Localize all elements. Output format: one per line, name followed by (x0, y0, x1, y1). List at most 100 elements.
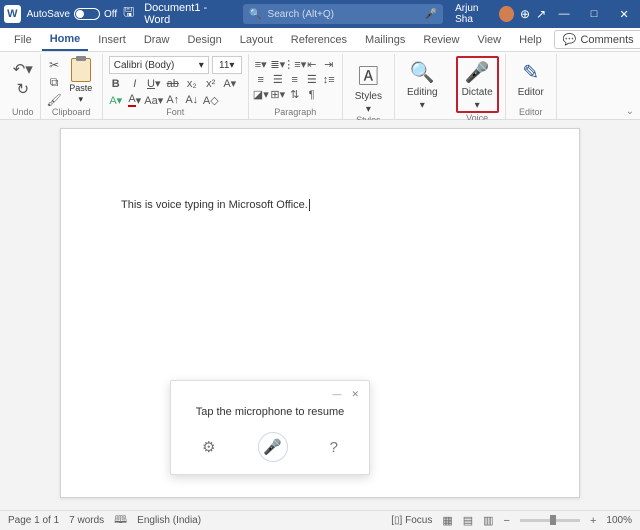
styles-icon: 🄰 (358, 60, 378, 89)
cut-icon[interactable]: ✂ (47, 58, 62, 72)
font-name-selector[interactable]: Calibri (Body) ▾ (109, 56, 209, 74)
language-indicator[interactable]: English (India) (137, 515, 201, 526)
close-button[interactable]: ✕ (612, 8, 636, 21)
chevron-down-icon: ▾ (78, 94, 83, 105)
italic-icon[interactable]: I (128, 78, 142, 90)
tab-file[interactable]: File (6, 30, 40, 50)
change-case-icon[interactable]: Aa▾ (147, 94, 161, 107)
styles-label: Styles (355, 91, 382, 102)
print-layout-icon[interactable]: ▤ (463, 514, 473, 527)
ribbon-tabs: File Home Insert Draw Design Layout Refe… (0, 28, 640, 52)
tab-layout[interactable]: Layout (232, 30, 281, 50)
zoom-in-icon[interactable]: + (590, 515, 596, 527)
clipboard-icon (71, 58, 91, 82)
subscript-icon[interactable]: x₂ (185, 78, 199, 90)
tab-view[interactable]: View (469, 30, 509, 50)
sort-icon[interactable]: ⇅ (289, 88, 301, 101)
format-painter-icon[interactable]: 🖌 (47, 93, 62, 107)
grow-font-icon[interactable]: A↑ (166, 94, 180, 106)
editor-group-label: Editor (512, 107, 550, 119)
status-bar: Page 1 of 1 7 words 🕮 English (India) [▯… (0, 510, 640, 530)
tab-draw[interactable]: Draw (136, 30, 178, 50)
highlight-icon[interactable]: A▾ (109, 94, 123, 107)
paste-label: Paste (69, 83, 92, 93)
borders-icon[interactable]: ⊞▾ (272, 88, 284, 101)
user-account[interactable]: Arjun Sha (455, 3, 514, 25)
shrink-font-icon[interactable]: A↓ (185, 94, 199, 106)
group-editor: ✎ Editor Editor (506, 54, 557, 119)
justify-icon[interactable]: ☰ (306, 73, 318, 86)
collapse-ribbon-icon[interactable]: ⌄ (626, 106, 634, 117)
show-marks-icon[interactable]: ¶ (306, 88, 318, 101)
help-icon[interactable]: ? (330, 439, 338, 456)
shading-icon[interactable]: ◪▾ (255, 88, 267, 101)
gear-icon[interactable]: ⚙ (202, 438, 215, 456)
document-text: This is voice typing in Microsoft Office… (121, 199, 310, 211)
zoom-slider[interactable] (520, 519, 580, 522)
copy-icon[interactable]: ⧉ (47, 75, 62, 90)
undo-group-label: Undo (12, 107, 34, 119)
line-spacing-icon[interactable]: ↕≡ (323, 73, 335, 86)
mic-icon[interactable]: 🎤 (425, 9, 437, 20)
font-size-value: 11 (219, 60, 229, 71)
spellcheck-icon[interactable]: 🕮 (114, 511, 127, 530)
clear-formatting-icon[interactable]: A◇ (204, 94, 218, 107)
word-count[interactable]: 7 words (69, 515, 104, 526)
styles-button[interactable]: 🄰 Styles ▾ (349, 56, 388, 115)
zoom-out-icon[interactable]: − (504, 515, 510, 527)
font-size-selector[interactable]: 11▾ (212, 56, 242, 74)
font-color-icon[interactable]: A▾ (128, 93, 142, 107)
increase-indent-icon[interactable]: ⇥ (323, 58, 335, 71)
text-effects-icon[interactable]: A▾ (223, 77, 237, 90)
decrease-indent-icon[interactable]: ⇤ (306, 58, 318, 71)
bullets-icon[interactable]: ≡▾ (255, 58, 267, 71)
tab-help[interactable]: Help (511, 30, 550, 50)
autosave-toggle[interactable]: AutoSave Off (27, 8, 118, 20)
redo-icon[interactable]: ↻ (12, 80, 34, 98)
tab-home[interactable]: Home (42, 29, 89, 51)
chevron-down-icon: ▾ (229, 60, 234, 71)
strikethrough-icon[interactable]: ab (166, 78, 180, 90)
align-left-icon[interactable]: ≡ (255, 73, 267, 86)
comments-button[interactable]: 💬 Comments (554, 30, 640, 49)
font-group-label: Font (109, 107, 242, 119)
zoom-level[interactable]: 100% (606, 515, 632, 526)
paste-button[interactable]: Paste ▾ (66, 58, 96, 105)
save-icon[interactable]: 🖫 (123, 3, 134, 25)
tab-insert[interactable]: Insert (90, 30, 134, 50)
read-mode-icon[interactable]: ▦ (442, 514, 452, 527)
web-layout-icon[interactable]: ▥ (483, 514, 493, 527)
numbering-icon[interactable]: ≣▾ (272, 58, 284, 71)
chevron-down-icon: ▾ (420, 100, 425, 111)
multilevel-icon[interactable]: ⋮≡▾ (289, 58, 301, 71)
editor-button[interactable]: ✎ Editor (512, 56, 550, 98)
page-indicator[interactable]: Page 1 of 1 (8, 515, 59, 526)
dictate-popup: — ✕ Tap the microphone to resume ⚙ 🎤 ? (170, 380, 370, 475)
tab-mailings[interactable]: Mailings (357, 30, 413, 50)
dictate-button[interactable]: 🎤 Dictate ▾ (456, 56, 499, 113)
dictate-message: Tap the microphone to resume (181, 406, 359, 418)
align-center-icon[interactable]: ☰ (272, 73, 284, 86)
minimize-button[interactable]: — (552, 8, 576, 20)
tab-references[interactable]: References (283, 30, 355, 50)
microphone-button[interactable]: 🎤 (258, 432, 288, 462)
toggle-off-icon[interactable] (74, 8, 100, 20)
editing-button[interactable]: 🔍 Editing ▾ (401, 56, 444, 111)
coming-soon-icon[interactable]: ⊕ (520, 7, 530, 21)
tab-review[interactable]: Review (415, 30, 467, 50)
maximize-button[interactable]: □ (582, 8, 606, 20)
group-undo: ↶▾ ↻ Undo (6, 54, 41, 119)
search-box[interactable]: 🔍 Search (Alt+Q) 🎤 (243, 4, 443, 24)
minimize-popup-icon[interactable]: — (332, 389, 341, 400)
undo-icon[interactable]: ↶▾ (12, 60, 34, 78)
focus-mode[interactable]: [▯] Focus (391, 515, 432, 526)
document-area: This is voice typing in Microsoft Office… (0, 120, 640, 510)
superscript-icon[interactable]: x² (204, 78, 218, 90)
align-right-icon[interactable]: ≡ (289, 73, 301, 86)
ribbon-display-icon[interactable]: ↗ (536, 7, 546, 21)
title-bar: W AutoSave Off 🖫 Document1 - Word 🔍 Sear… (0, 0, 640, 28)
underline-icon[interactable]: U▾ (147, 77, 161, 90)
bold-icon[interactable]: B (109, 78, 123, 90)
close-popup-icon[interactable]: ✕ (351, 389, 359, 400)
tab-design[interactable]: Design (179, 30, 229, 50)
